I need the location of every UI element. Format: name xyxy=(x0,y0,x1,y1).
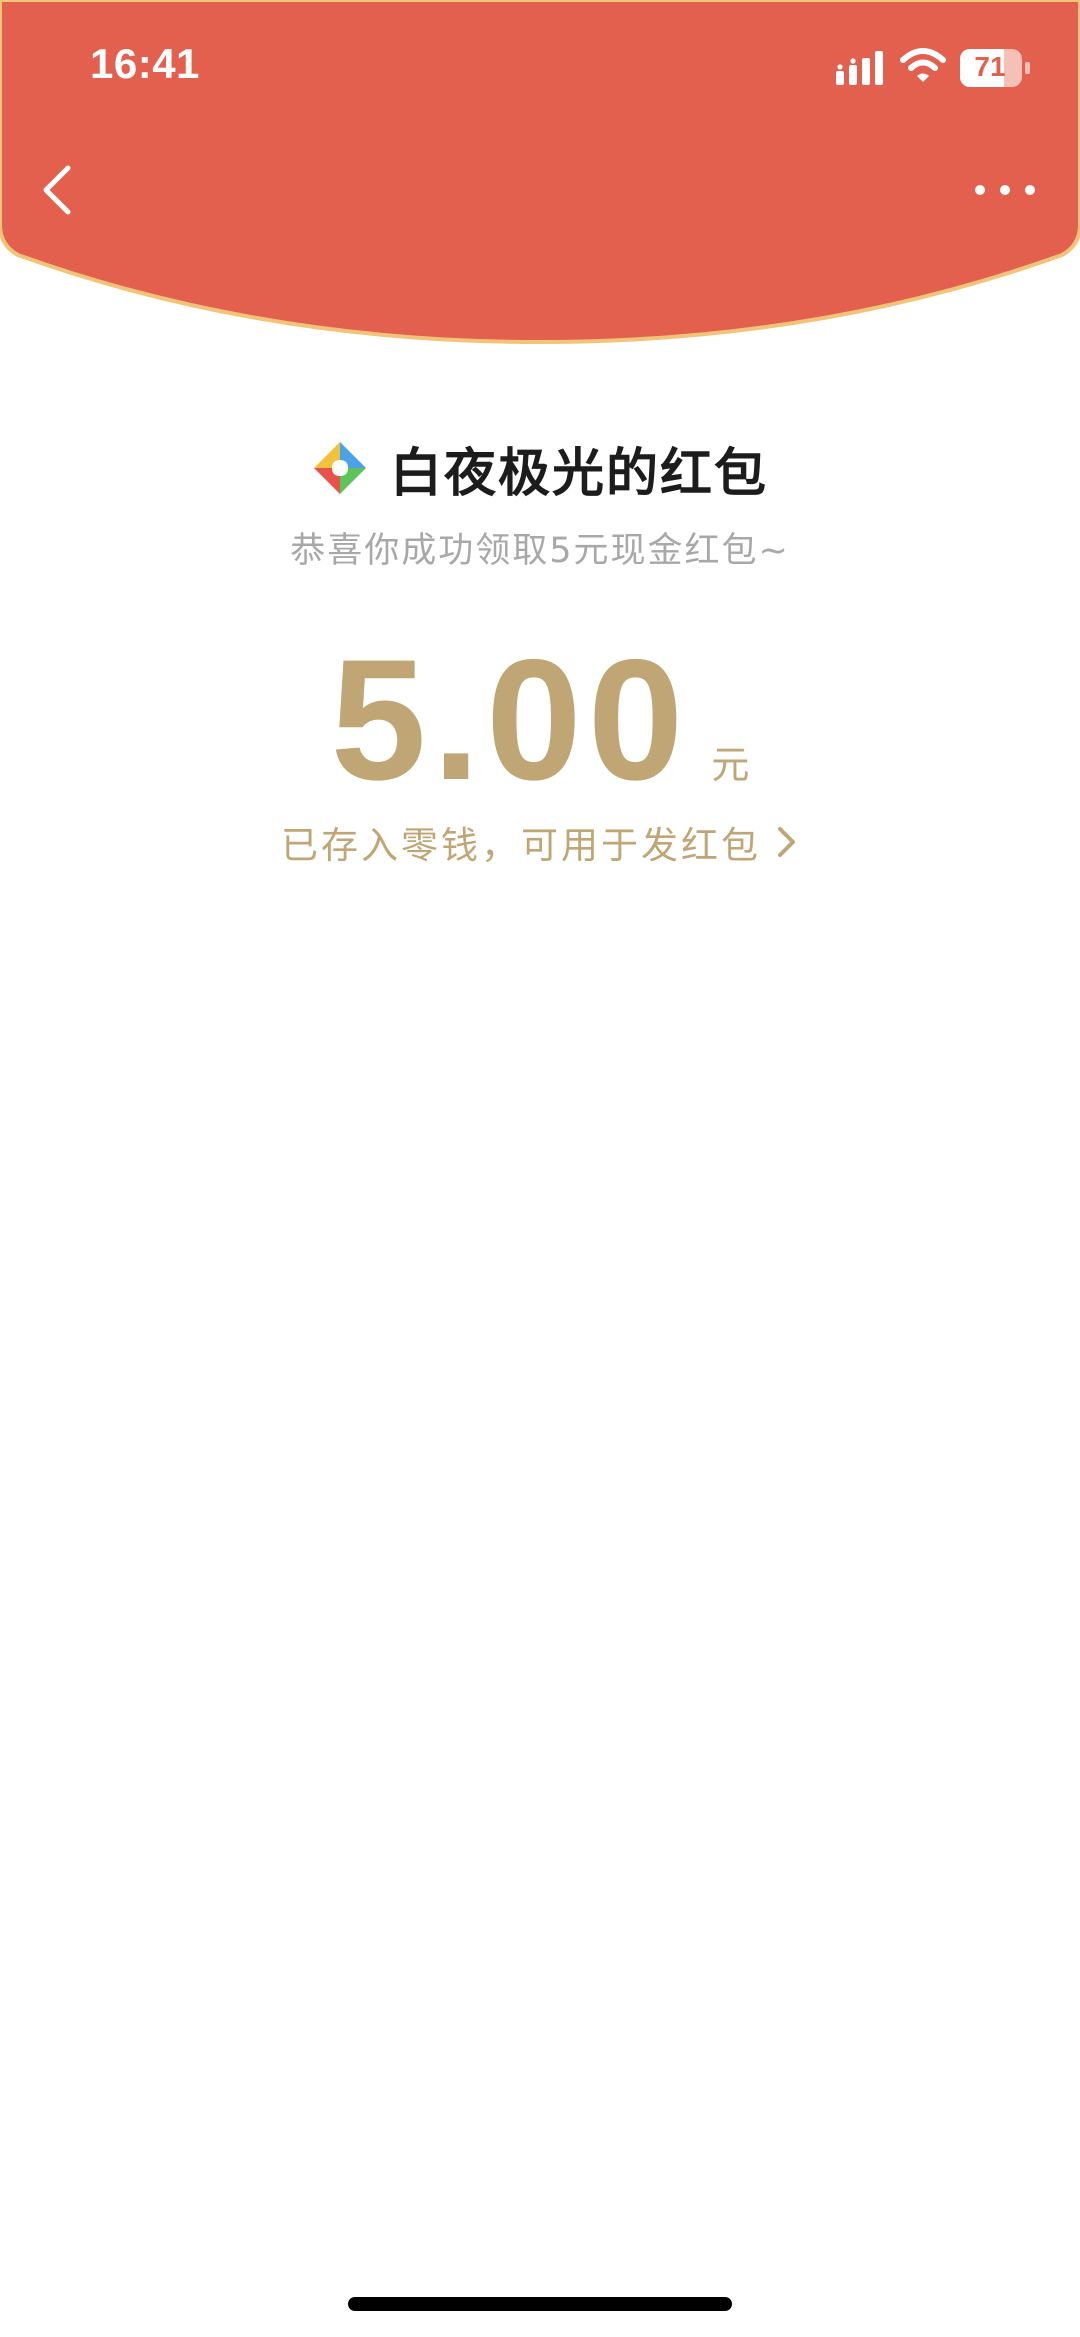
sender-row: 白夜极光的红包 xyxy=(0,428,1080,508)
amount-value: 5.00 xyxy=(330,624,690,816)
more-options-button[interactable] xyxy=(970,170,1040,210)
amount-row: 5.00 元 xyxy=(0,624,1080,816)
wallet-link-text: 已存入零钱，可用于发红包 xyxy=(281,824,761,867)
more-dots-icon xyxy=(975,185,1035,195)
sender-name: 白夜极光的红包 xyxy=(389,443,768,504)
chevron-left-icon xyxy=(43,165,71,215)
status-time: 16:41 xyxy=(90,40,200,87)
wifi-icon xyxy=(900,48,946,82)
colorful-diamond-logo xyxy=(313,442,366,494)
back-button[interactable] xyxy=(30,150,90,230)
wallet-change-link[interactable]: 已存入零钱，可用于发红包 xyxy=(0,812,1080,872)
amount-unit: 元 xyxy=(711,743,750,787)
signal-icon xyxy=(836,51,883,85)
battery-level: 71 xyxy=(974,51,1006,82)
red-packet-detail-page: 16:41 71 白夜极光的红包 恭喜你成功领取5元现金红包~ 5.00 元 已… xyxy=(0,0,1080,2337)
home-indicator[interactable] xyxy=(348,2297,732,2311)
chevron-right-icon xyxy=(778,827,795,857)
congrats-subtitle: 恭喜你成功领取5元现金红包~ xyxy=(290,531,790,571)
